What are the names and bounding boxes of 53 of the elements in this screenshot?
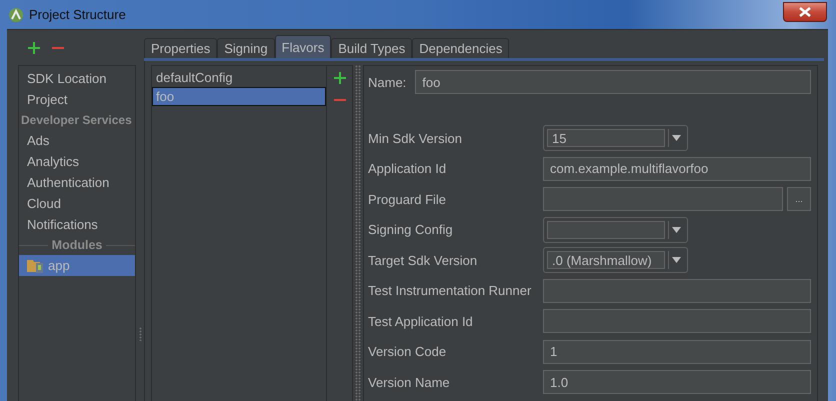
dropdown[interactable]: .0 (Marshmallow) xyxy=(543,247,688,274)
sidebar-item[interactable]: Analytics xyxy=(19,151,135,172)
remove-flavor-button[interactable] xyxy=(332,96,348,104)
field-label: Min Sdk Version xyxy=(368,130,463,146)
plus-icon xyxy=(28,42,40,54)
browse-button[interactable]: ... xyxy=(787,187,811,212)
sidebar-item[interactable]: Cloud xyxy=(19,193,135,214)
field-label: Proguard File xyxy=(368,192,448,207)
close-icon xyxy=(799,6,811,16)
dropdown[interactable] xyxy=(543,216,688,243)
window-title: Project Structure xyxy=(29,7,126,22)
input-field[interactable]: 1 xyxy=(543,340,811,364)
tab[interactable]: Build Types xyxy=(331,38,412,58)
field-label: Version Code xyxy=(368,344,448,360)
section-header: Modules xyxy=(52,238,102,252)
android-icon xyxy=(9,8,23,22)
flavor-item[interactable]: defaultConfig xyxy=(152,68,326,87)
sidebar-item[interactable]: Ads xyxy=(19,130,135,151)
sidebar-item[interactable]: SDK Location xyxy=(19,68,135,89)
folder-icon xyxy=(27,258,44,272)
close-button[interactable] xyxy=(783,2,827,22)
input-field[interactable] xyxy=(543,309,811,334)
sidebar-item[interactable]: Notifications xyxy=(19,214,135,235)
tab[interactable]: Flavors xyxy=(274,35,332,58)
minus-icon xyxy=(52,46,64,50)
field-label: Signing Config xyxy=(368,222,454,238)
add-flavor-button[interactable] xyxy=(332,70,348,86)
input-field[interactable]: 1.0 xyxy=(543,370,811,394)
plus-icon xyxy=(334,72,346,84)
section-header: Developer Services xyxy=(20,112,133,129)
splitter-handle[interactable] xyxy=(355,65,361,401)
field-label: Test Application Id xyxy=(368,314,474,329)
field-label: Target Sdk Version xyxy=(368,252,478,268)
minus-icon xyxy=(334,98,346,102)
caret-icon xyxy=(672,257,681,264)
tab[interactable]: Dependencies xyxy=(412,38,510,58)
field-label: Application Id xyxy=(368,161,448,176)
field-label: Name: xyxy=(368,74,406,90)
caret-icon xyxy=(672,226,681,233)
sidebar-item[interactable]: Project xyxy=(19,89,135,110)
add-button[interactable] xyxy=(26,40,42,56)
tab[interactable]: Signing xyxy=(217,38,275,58)
input-field[interactable]: com.example.multiflavorfoo xyxy=(543,156,811,181)
sidebar-item[interactable]: Authentication xyxy=(19,172,135,193)
input-field[interactable] xyxy=(543,278,811,303)
field-label: Test Instrumentation Runner xyxy=(368,283,532,298)
field-label: Version Name xyxy=(368,374,451,390)
caret-icon xyxy=(672,135,681,142)
name-field[interactable]: foo xyxy=(415,70,811,94)
dropdown[interactable]: 15 xyxy=(543,125,688,152)
splitter-handle[interactable] xyxy=(138,327,142,341)
tab[interactable]: Properties xyxy=(144,38,218,58)
input-field[interactable] xyxy=(543,187,783,212)
